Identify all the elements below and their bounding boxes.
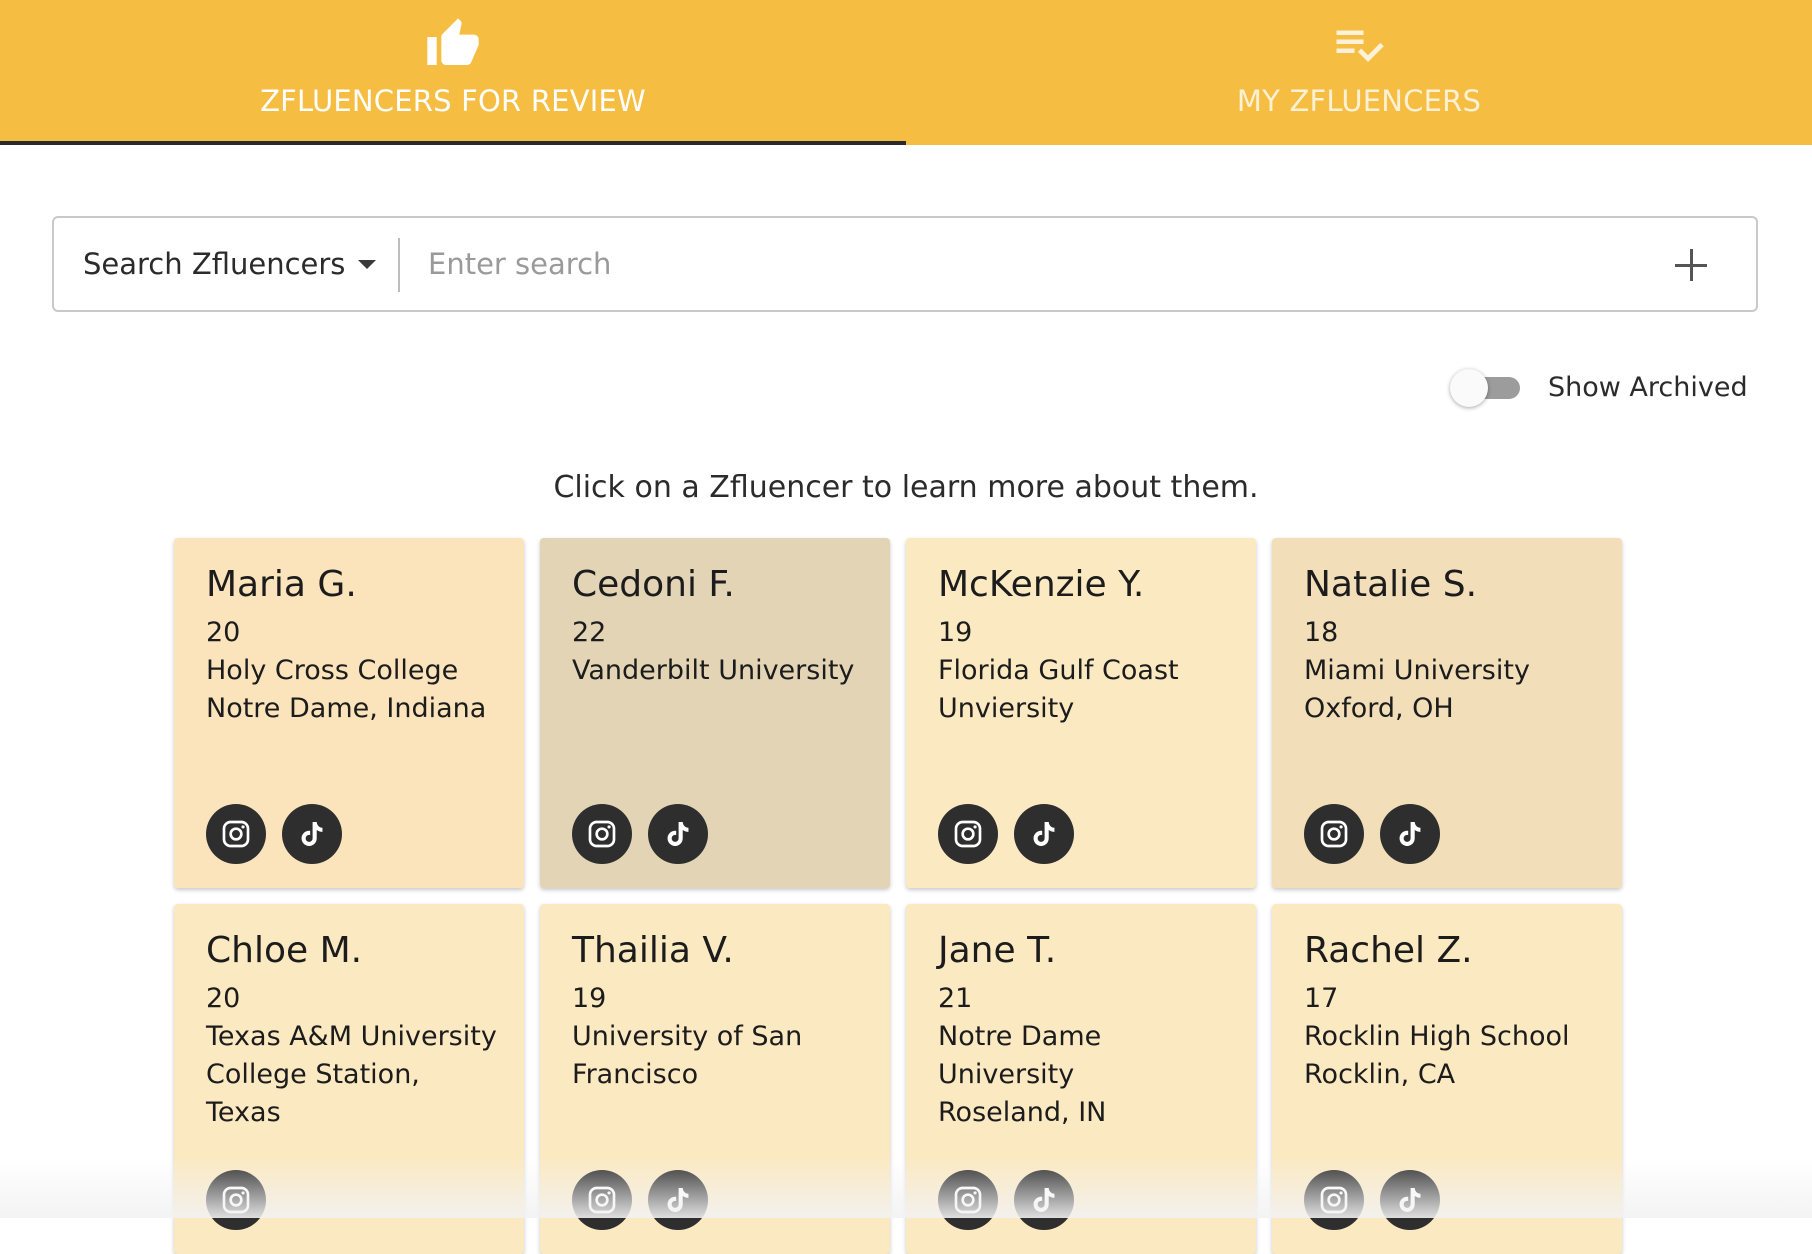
zfluencer-name: Thailia V.: [572, 930, 734, 971]
zfluencer-details: 19 University of San Francisco: [572, 980, 872, 1094]
instagram-icon[interactable]: [572, 1170, 632, 1230]
zfluencer-school: Notre Dame: [938, 1021, 1102, 1052]
zfluencer-details: 18 Miami University Oxford, OH: [1304, 614, 1604, 728]
zfluencer-location: Notre Dame, Indiana: [206, 693, 487, 724]
zfluencer-card[interactable]: Natalie S. 18 Miami University Oxford, O…: [1272, 538, 1622, 888]
tiktok-icon[interactable]: [282, 804, 342, 864]
instagram-icon[interactable]: [206, 804, 266, 864]
tiktok-icon[interactable]: [1380, 1170, 1440, 1230]
zfluencer-school: University: [938, 1059, 1075, 1090]
zfluencer-name: Chloe M.: [206, 930, 363, 971]
zfluencer-card[interactable]: McKenzie Y. 19 Florida Gulf Coast Unvier…: [906, 538, 1256, 888]
zfluencer-location: Roseland, IN: [938, 1097, 1107, 1128]
zfluencer-age: 20: [206, 983, 241, 1014]
tiktok-icon[interactable]: [1014, 804, 1074, 864]
zfluencer-name: Rachel Z.: [1304, 930, 1473, 971]
zfluencer-school: University of San: [572, 1021, 803, 1052]
zfluencer-location: Rocklin, CA: [1304, 1059, 1456, 1090]
zfluencer-card-grid: Maria G. 20 Holy Cross College Notre Dam…: [0, 0, 1812, 1254]
zfluencer-details: 17 Rocklin High School Rocklin, CA: [1304, 980, 1604, 1094]
zfluencer-card[interactable]: Thailia V. 19 University of San Francisc…: [540, 904, 890, 1254]
zfluencer-location: Texas: [206, 1097, 281, 1128]
zfluencer-name: Jane T.: [938, 930, 1057, 971]
zfluencer-card[interactable]: Jane T. 21 Notre Dame University Roselan…: [906, 904, 1256, 1254]
tiktok-icon[interactable]: [1380, 804, 1440, 864]
zfluencer-school: Florida Gulf Coast: [938, 655, 1179, 686]
tiktok-icon[interactable]: [1014, 1170, 1074, 1230]
zfluencer-school: Miami University: [1304, 655, 1530, 686]
zfluencer-location: College Station,: [206, 1059, 420, 1090]
zfluencer-card[interactable]: Rachel Z. 17 Rocklin High School Rocklin…: [1272, 904, 1622, 1254]
zfluencer-age: 19: [938, 617, 973, 648]
zfluencer-age: 19: [572, 983, 607, 1014]
zfluencer-details: 21 Notre Dame University Roseland, IN: [938, 980, 1238, 1132]
zfluencer-name: McKenzie Y.: [938, 564, 1145, 605]
zfluencer-name: Maria G.: [206, 564, 357, 605]
instagram-icon[interactable]: [206, 1170, 266, 1230]
zfluencer-age: 22: [572, 617, 607, 648]
instagram-icon[interactable]: [1304, 804, 1364, 864]
zfluencer-age: 18: [1304, 617, 1339, 648]
zfluencer-details: 20 Texas A&M University College Station,…: [206, 980, 506, 1132]
instagram-icon[interactable]: [938, 804, 998, 864]
zfluencer-details: 20 Holy Cross College Notre Dame, Indian…: [206, 614, 506, 728]
instagram-icon[interactable]: [938, 1170, 998, 1230]
tiktok-icon[interactable]: [648, 804, 708, 864]
zfluencer-age: 21: [938, 983, 973, 1014]
zfluencer-location: Oxford, OH: [1304, 693, 1454, 724]
zfluencer-card[interactable]: Chloe M. 20 Texas A&M University College…: [174, 904, 524, 1254]
tiktok-icon[interactable]: [648, 1170, 708, 1230]
zfluencer-name: Cedoni F.: [572, 564, 735, 605]
zfluencer-card[interactable]: Cedoni F. 22 Vanderbilt University: [540, 538, 890, 888]
zfluencer-school: Vanderbilt University: [572, 655, 855, 686]
zfluencer-school: Rocklin High School: [1304, 1021, 1570, 1052]
zfluencer-school: Unviersity: [938, 693, 1075, 724]
instagram-icon[interactable]: [572, 804, 632, 864]
zfluencer-card[interactable]: Maria G. 20 Holy Cross College Notre Dam…: [174, 538, 524, 888]
zfluencer-school: Holy Cross College: [206, 655, 459, 686]
zfluencer-name: Natalie S.: [1304, 564, 1478, 605]
instagram-icon[interactable]: [1304, 1170, 1364, 1230]
zfluencer-details: 22 Vanderbilt University: [572, 614, 872, 690]
zfluencer-age: 20: [206, 617, 241, 648]
zfluencer-school: Texas A&M University: [206, 1021, 497, 1052]
zfluencer-age: 17: [1304, 983, 1339, 1014]
zfluencer-school: Francisco: [572, 1059, 699, 1090]
zfluencer-details: 19 Florida Gulf Coast Unviersity: [938, 614, 1238, 728]
